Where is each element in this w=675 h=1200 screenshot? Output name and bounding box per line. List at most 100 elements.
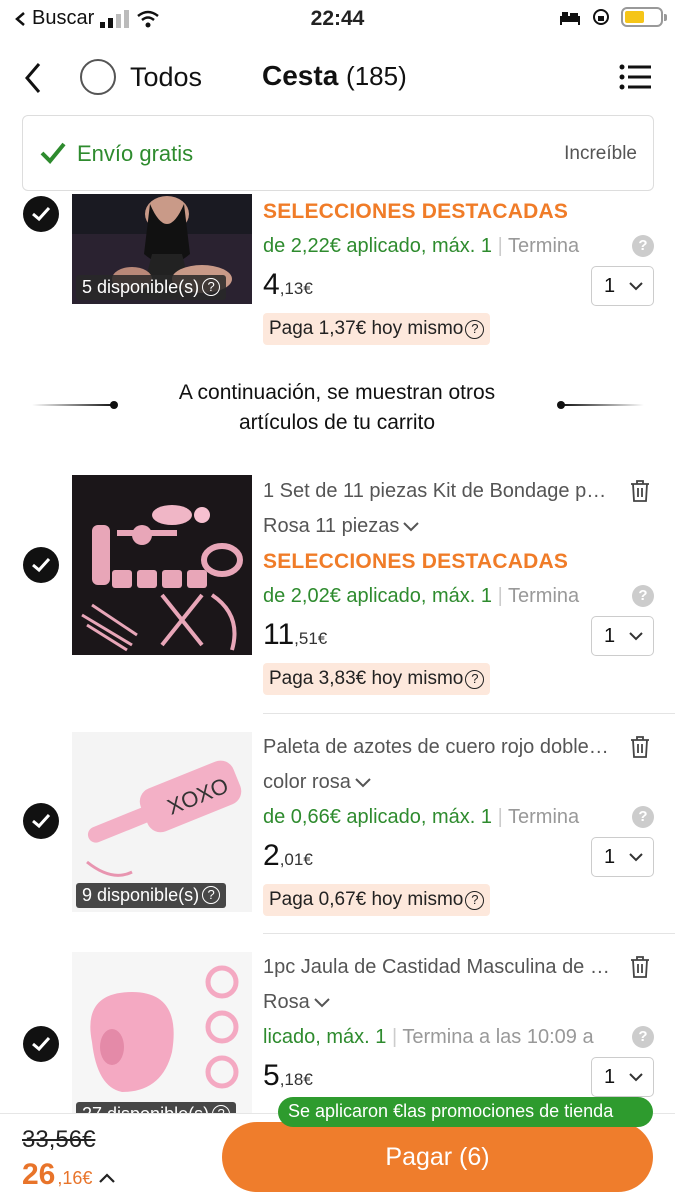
help-icon[interactable]: ? [202,278,221,296]
pay-today-help-icon[interactable]: ? [465,670,485,689]
discount-line: licado, máx. 1 | Termina a las 10:09 a [263,1026,594,1048]
free-shipping-banner[interactable]: Envío gratis Increíble [22,115,654,191]
cart-header: Todos Cesta (185) [0,50,675,106]
product-name[interactable]: Paleta de azotes de cuero rojo doble car… [263,736,613,759]
pay-today-help-icon[interactable]: ? [465,320,485,339]
discount-end: Termina [508,235,580,257]
variant-select[interactable]: Rosa 11 piezas [263,515,420,538]
price-decimal: ,51€ [294,629,328,648]
pay-today-help-icon[interactable]: ? [465,891,485,910]
rotation-lock-icon [593,9,609,25]
status-bar: Buscar 22:44 [0,0,675,40]
trash-icon[interactable] [628,479,652,503]
availability-badge: 27 disponible(s)? [76,1102,237,1113]
quantity-value: 1 [604,1066,616,1088]
discount-text: de 2,22€ aplicado, máx. 1 [263,235,493,257]
price-decimal: ,01€ [279,850,313,869]
variant-select[interactable]: Rosa [263,991,330,1014]
help-icon[interactable]: ? [202,886,221,904]
shipping-tag: Increíble [564,143,637,164]
chevron-down-icon [629,632,643,641]
discount-help-icon[interactable]: ? [632,1026,654,1048]
price-decimal: ,18€ [279,1070,313,1089]
pay-button[interactable]: Pagar (6) [222,1122,653,1192]
quantity-select[interactable]: 1 [591,616,654,656]
pay-today-badge: Paga 3,83€ hoy mismo? [263,663,491,695]
discounted-total[interactable]: 26 ,16€ [22,1158,116,1192]
item-checkbox[interactable] [23,803,59,839]
discount-end: Termina [508,806,580,828]
discount-end: Termina a las 10:09 a [402,1026,594,1048]
pay-today-text: Paga 3,83€ hoy mismo [269,668,464,689]
availability-text: 27 disponible(s) [82,1104,209,1113]
product-name[interactable]: 1pc Jaula de Castidad Masculina de silic… [263,956,613,979]
checkmark-icon [32,557,51,573]
trash-icon[interactable] [628,735,652,759]
availability-badge: 9 disponible(s)? [76,883,227,908]
promotions-toast[interactable]: Se aplicaron €las promociones de tienda [278,1097,653,1127]
variant-select[interactable]: color rosa [263,771,371,794]
back-arrow-icon[interactable] [22,60,42,96]
divider-line-2: artículos de tu carrito [238,411,436,434]
list-menu-icon[interactable] [619,64,651,90]
item-checkbox[interactable] [23,196,59,232]
price-integer: 11 [263,618,295,651]
battery-icon [621,7,667,27]
item-checkbox[interactable] [23,1026,59,1062]
product-image[interactable]: 5 disponible(s)? [72,194,252,304]
featured-selection-label: SELECCIONES DESTACADAS [263,200,569,223]
product-image[interactable]: XOXO 9 disponible(s)? [72,732,252,912]
item-checkbox[interactable] [23,547,59,583]
discount-help-icon[interactable]: ? [632,806,654,828]
checkmark-icon [32,206,51,222]
checkmark-icon [32,1036,51,1052]
featured-selection-label: SELECCIONES DESTACADAS [263,550,569,573]
quantity-value: 1 [604,846,616,868]
help-icon[interactable]: ? [212,1105,231,1113]
total-integer: 26 [22,1158,56,1191]
total-decimal: ,16€ [57,1168,93,1188]
discount-help-icon[interactable]: ? [632,235,654,257]
pay-today-text: Paga 1,37€ hoy mismo [269,318,464,339]
variant-text: Rosa 11 piezas [263,515,400,537]
discount-end: Termina [508,585,580,607]
free-shipping-label: Envío gratis [77,141,194,166]
select-all-label[interactable]: Todos [130,62,202,93]
divider-line-1: A continuación, se muestran otros [178,381,496,404]
discount-text: de 0,66€ aplicado, máx. 1 [263,806,493,828]
pay-today-text: Paga 0,67€ hoy mismo [269,889,464,910]
quantity-select[interactable]: 1 [591,837,654,877]
quantity-select[interactable]: 1 [591,266,654,306]
discount-help-icon[interactable]: ? [632,585,654,607]
item-divider [263,713,675,714]
availability-text: 5 disponible(s) [82,277,200,297]
discount-text: de 2,02€ aplicado, máx. 1 [263,585,493,607]
item-price: 11,51€ [263,618,327,652]
chevron-up-icon [99,1173,116,1183]
availability-text: 9 disponible(s) [82,885,200,905]
quantity-value: 1 [604,275,616,297]
quantity-value: 1 [604,625,616,647]
price-integer: 2 [263,839,280,872]
variant-text: color rosa [263,771,351,793]
page-title-text: Cesta [262,60,339,91]
product-name[interactable]: 1 Set de 11 piezas Kit de Bondage para j… [263,480,613,503]
select-all-radio[interactable] [80,59,116,95]
product-image[interactable]: 27 disponible(s)? [72,952,252,1113]
checkmark-icon [32,813,51,829]
item-price: 2,01€ [263,839,313,873]
check-icon [40,142,66,164]
chevron-down-icon [629,853,643,862]
quantity-select[interactable]: 1 [591,1057,654,1097]
discount-line: de 2,22€ aplicado, máx. 1 | Termina [263,235,580,257]
price-decimal: ,13€ [279,279,313,298]
bed-icon [560,12,580,25]
product-image[interactable] [72,475,252,655]
item-price: 5,18€ [263,1059,313,1093]
trash-icon[interactable] [628,955,652,979]
chevron-down-icon [313,997,330,1007]
variant-text: Rosa [263,991,310,1013]
chevron-down-icon [629,1073,643,1082]
price-integer: 5 [263,1059,280,1092]
item-divider [263,933,675,934]
